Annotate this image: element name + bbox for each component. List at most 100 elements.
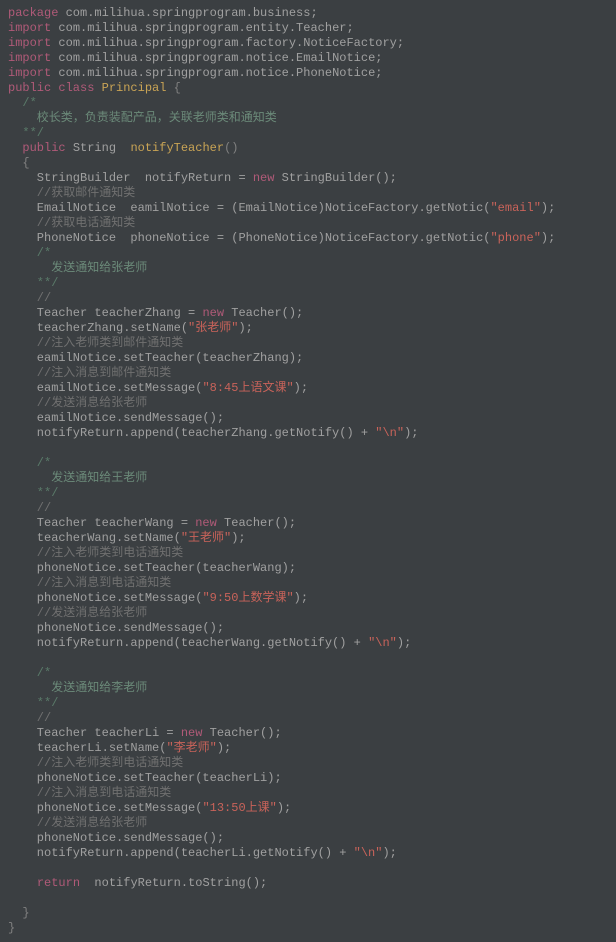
code-token-pkg: com.milihua.springprogram.notice.PhoneNo… (58, 66, 382, 80)
code-line: //发送消息给张老师 (8, 396, 608, 411)
code-line: eamilNotice.setMessage("8:45上语文课"); (8, 381, 608, 396)
code-line (8, 861, 608, 876)
code-token-ident: Teacher(); (202, 726, 281, 740)
code-token-ident: teacherWang.setName( (8, 531, 181, 545)
code-token-cmtline: //发送消息给张老师 (8, 396, 147, 410)
code-line: phoneNotice.sendMessage(); (8, 831, 608, 846)
code-line: //发送消息给张老师 (8, 606, 608, 621)
code-line: package com.milihua.springprogram.busine… (8, 6, 608, 21)
code-token-punc: } (8, 921, 15, 935)
code-token-kw: new (253, 171, 275, 185)
code-token-cmtzh: 发送通知给李老师 (8, 681, 147, 695)
code-token-str: "phone" (490, 231, 540, 245)
code-token-ident: Teacher(); (217, 516, 296, 530)
code-token-cmtzh: 校长类，负责装配产品，关联老师类和通知类 (8, 111, 277, 125)
code-line: 校长类，负责装配产品，关联老师类和通知类 (8, 111, 608, 126)
code-line: phoneNotice.sendMessage(); (8, 621, 608, 636)
code-token-str: "9:50上数学课" (202, 591, 293, 605)
code-line (8, 891, 608, 906)
code-line: /* (8, 456, 608, 471)
code-token-str: "王老师" (181, 531, 231, 545)
code-token-cmtblock: /* (8, 456, 51, 470)
code-token-ident: EmailNotice eamilNotice = (EmailNotice)N… (8, 201, 490, 215)
code-token-ident: ); (231, 531, 245, 545)
code-token-ident: ); (238, 321, 252, 335)
code-token-ident: ); (541, 201, 555, 215)
code-line: //发送消息给张老师 (8, 816, 608, 831)
code-line: /* (8, 246, 608, 261)
code-token-cmtblock: **/ (8, 276, 58, 290)
code-token-kw: new (181, 726, 203, 740)
code-line: //注入消息到邮件通知类 (8, 366, 608, 381)
code-token-ident: PhoneNotice phoneNotice = (PhoneNotice)N… (8, 231, 490, 245)
code-token-cmtline: //注入老师类到电话通知类 (8, 546, 183, 560)
code-token-str: "\n" (354, 846, 383, 860)
code-token-kw: return (37, 876, 80, 890)
code-token-cmtblock: **/ (8, 486, 58, 500)
code-line: phoneNotice.setTeacher(teacherWang); (8, 561, 608, 576)
code-token-kw: package (8, 6, 66, 20)
code-token-ident: ); (217, 741, 231, 755)
code-line: EmailNotice eamilNotice = (EmailNotice)N… (8, 201, 608, 216)
code-line: //注入老师类到电话通知类 (8, 756, 608, 771)
code-line: /* (8, 666, 608, 681)
code-line: 发送通知给王老师 (8, 471, 608, 486)
code-token-ident: eamilNotice.sendMessage(); (8, 411, 224, 425)
code-token-cmtblock: /* (8, 246, 51, 260)
code-line (8, 651, 608, 666)
code-line: public class Principal { (8, 81, 608, 96)
code-token-cmtline: //发送消息给张老师 (8, 816, 147, 830)
code-token-ident (8, 651, 15, 665)
code-token-cmtblock: /* (8, 666, 51, 680)
code-token-cmtblock: **/ (8, 126, 44, 140)
code-line: import com.milihua.springprogram.notice.… (8, 51, 608, 66)
code-token-punc: { (8, 156, 30, 170)
code-token-cmtblock: **/ (8, 696, 58, 710)
code-line: **/ (8, 126, 608, 141)
code-line: // (8, 501, 608, 516)
code-line: //获取邮件通知类 (8, 186, 608, 201)
code-line: // (8, 711, 608, 726)
code-line: import com.milihua.springprogram.entity.… (8, 21, 608, 36)
code-line: phoneNotice.setTeacher(teacherLi); (8, 771, 608, 786)
code-block: package com.milihua.springprogram.busine… (8, 6, 608, 936)
code-line: Teacher teacherWang = new Teacher(); (8, 516, 608, 531)
code-line: eamilNotice.setTeacher(teacherZhang); (8, 351, 608, 366)
code-token-str: "张老师" (188, 321, 238, 335)
code-line: phoneNotice.setMessage("13:50上课"); (8, 801, 608, 816)
code-token-kw: public class (8, 81, 102, 95)
code-line: Teacher teacherLi = new Teacher(); (8, 726, 608, 741)
code-token-ident: phoneNotice.setMessage( (8, 801, 202, 815)
code-token-str: "\n" (368, 636, 397, 650)
code-line: { (8, 156, 608, 171)
code-token-cls: Principal (102, 81, 167, 95)
code-token-ident (8, 876, 37, 890)
code-token-ident: phoneNotice.sendMessage(); (8, 831, 224, 845)
code-token-ident: ); (294, 591, 308, 605)
code-token-ident: ); (382, 846, 396, 860)
code-token-ident: phoneNotice.sendMessage(); (8, 621, 224, 635)
code-token-str: "\n" (375, 426, 404, 440)
code-token-ident: ); (541, 231, 555, 245)
code-token-punc: () (224, 141, 238, 155)
code-line: **/ (8, 276, 608, 291)
code-line: notifyReturn.append(teacherWang.getNotif… (8, 636, 608, 651)
code-token-pkg: com.milihua.springprogram.notice.EmailNo… (58, 51, 382, 65)
code-line: } (8, 921, 608, 936)
code-token-kw: import (8, 21, 58, 35)
code-line: //获取电话通知类 (8, 216, 608, 231)
code-line: //注入老师类到邮件通知类 (8, 336, 608, 351)
code-token-ident: Teacher teacherWang = (8, 516, 195, 530)
code-token-str: "李老师" (166, 741, 216, 755)
code-token-pkg: com.milihua.springprogram.entity.Teacher… (58, 21, 353, 35)
code-line: return notifyReturn.toString(); (8, 876, 608, 891)
code-line: teacherWang.setName("王老师"); (8, 531, 608, 546)
code-token-ident: notifyReturn.append(teacherZhang.getNoti… (8, 426, 375, 440)
code-line: phoneNotice.setMessage("9:50上数学课"); (8, 591, 608, 606)
code-line: notifyReturn.append(teacherZhang.getNoti… (8, 426, 608, 441)
code-token-ident: eamilNotice.setTeacher(teacherZhang); (8, 351, 303, 365)
code-token-cmtblock: /* (8, 96, 37, 110)
code-token-ident (8, 891, 15, 905)
code-token-kw: import (8, 66, 58, 80)
code-token-kw: import (8, 51, 58, 65)
